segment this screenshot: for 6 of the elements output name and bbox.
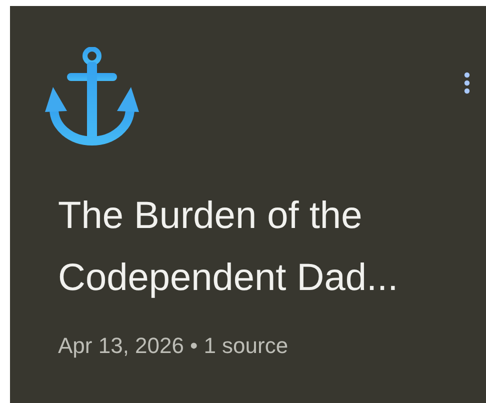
date-text: Apr 13, 2026 — [58, 332, 184, 360]
more-menu-icon[interactable] — [463, 72, 471, 94]
source-count: 1 source — [204, 332, 288, 360]
separator-dot: • — [190, 332, 198, 360]
anchor-icon — [45, 47, 139, 147]
card-title: The Burden of the Codependent Dad... — [58, 194, 400, 301]
